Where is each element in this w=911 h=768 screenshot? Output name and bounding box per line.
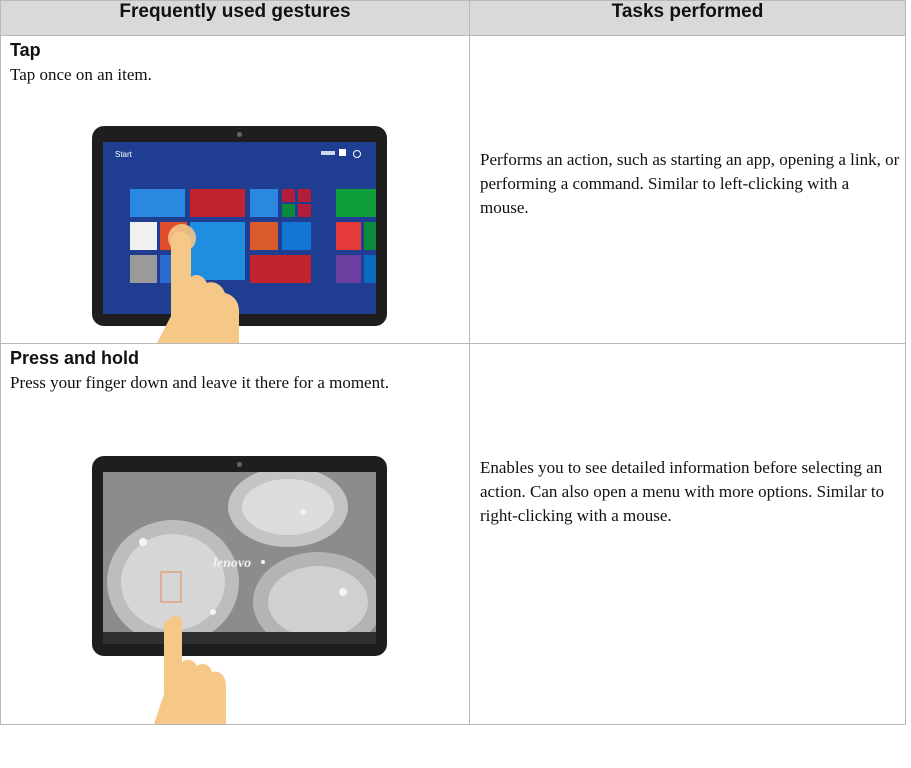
header-gestures: Frequently used gestures [0, 0, 470, 36]
security-tile [190, 189, 245, 217]
start-label: Start [115, 150, 132, 159]
gestures-table: Frequently used gestures Tasks performed… [0, 0, 906, 725]
camera-dot [237, 132, 242, 137]
table-row: Press and hold Press your finger down an… [0, 343, 906, 725]
user-avatar-icon [339, 149, 346, 156]
task-cell-tap: Performs an action, such as starting an … [469, 35, 906, 344]
task-cell-press-hold: Enables you to see detailed information … [469, 343, 906, 725]
health-tile [336, 222, 361, 250]
search-icon [353, 150, 361, 158]
gesture-cell-press-hold: Press and hold Press your finger down an… [0, 343, 470, 725]
small-tile [282, 189, 295, 202]
app-tile [364, 255, 376, 283]
table-row: Tap Tap once on an item. Start Performs … [0, 35, 906, 344]
tap-finger-illustration [157, 224, 239, 343]
onedrive-tile [282, 222, 311, 250]
app-tile [336, 255, 361, 283]
tablet-illustration: lenovo [92, 456, 387, 656]
gesture-description: Press your finger down and leave it ther… [10, 373, 390, 392]
browser-tile [250, 189, 278, 217]
gesture-title: Press and hold [10, 348, 140, 368]
task-description: Performs an action, such as starting an … [480, 150, 900, 217]
gesture-page: Frequently used gestures Tasks performed… [0, 0, 911, 768]
small-tile [298, 204, 311, 217]
gesture-title: Tap [10, 40, 41, 60]
store-tile [336, 189, 376, 217]
app-tile [364, 222, 376, 250]
header-tasks: Tasks performed [469, 0, 906, 36]
news-tile [250, 255, 311, 283]
mail-tile [130, 189, 185, 217]
gesture-description: Tap once on an item. [10, 65, 152, 84]
small-tile [298, 189, 311, 202]
brand-logo: lenovo [213, 556, 252, 571]
press-finger-illustration [154, 616, 226, 724]
task-description: Enables you to see detailed information … [480, 458, 885, 525]
small-tile [282, 204, 295, 217]
app-tile [250, 222, 278, 250]
camera-dot [237, 462, 242, 467]
gesture-cell-tap: Tap Tap once on an item. Start [0, 35, 470, 344]
user-name-bar [321, 151, 335, 155]
